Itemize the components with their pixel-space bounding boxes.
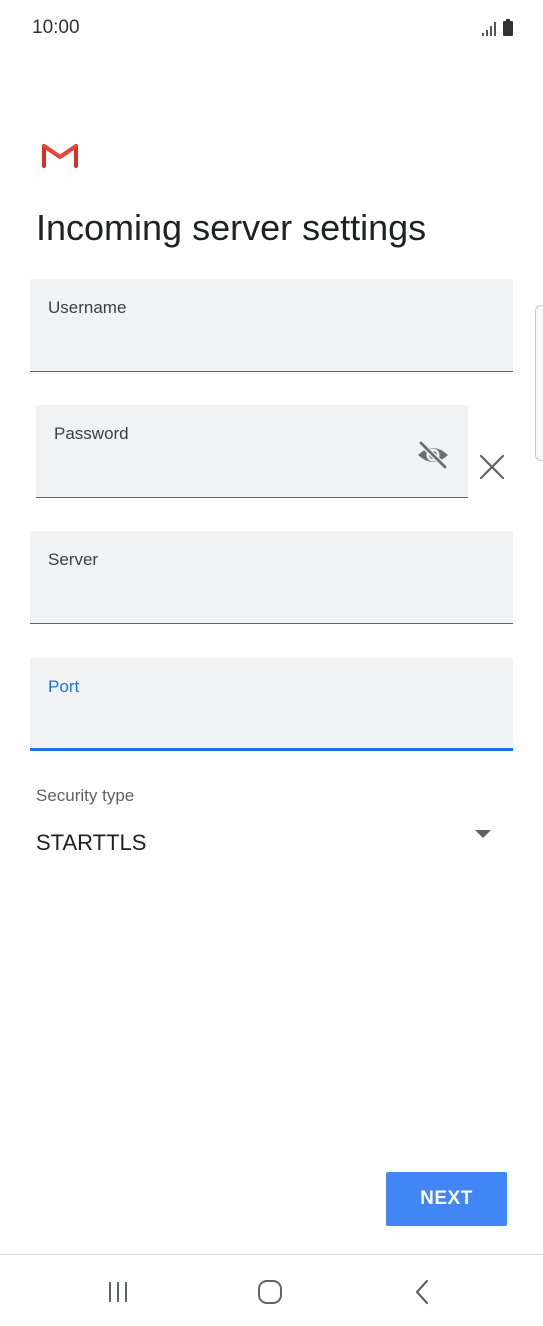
security-type-value: STARTTLS [36,830,147,855]
server-field[interactable]: Server [30,531,513,624]
next-button[interactable]: NEXT [386,1172,507,1226]
username-label: Username [48,298,127,317]
password-label: Password [54,424,129,443]
visibility-off-icon [418,440,448,470]
page-title: Incoming server settings [36,207,427,248]
password-input[interactable] [54,457,398,487]
username-input[interactable] [48,331,495,361]
back-icon [415,1279,429,1305]
port-label: Port [48,677,80,696]
home-icon [258,1280,282,1304]
username-field[interactable]: Username [30,279,513,372]
battery-icon [503,19,513,36]
navigation-bar [0,1254,543,1326]
screen: 10:00 Incoming server settings Username … [0,0,543,1326]
server-label: Server [48,550,99,569]
home-button[interactable] [250,1275,290,1309]
recents-icon [109,1282,127,1302]
status-bar: 10:00 [0,0,543,60]
signal-icon [482,22,496,36]
dropdown-arrow-icon [475,830,491,838]
security-type-label: Security type [36,786,135,805]
security-type-dropdown[interactable]: STARTTLS [36,816,506,860]
edge-panel-handle[interactable] [535,305,543,461]
port-input[interactable] [48,708,495,738]
port-field[interactable]: Port [30,658,513,751]
back-button[interactable] [402,1275,442,1309]
clear-password-button[interactable] [474,449,510,485]
password-field[interactable]: Password [36,405,468,498]
status-icons [481,19,513,36]
server-input[interactable] [48,583,495,613]
security-type-section: Security type STARTTLS [36,786,506,866]
gmail-logo-icon [42,144,78,168]
recents-button[interactable] [98,1275,138,1309]
password-visibility-toggle[interactable] [415,437,451,473]
close-icon [479,454,505,480]
status-time: 10:00 [32,17,80,38]
